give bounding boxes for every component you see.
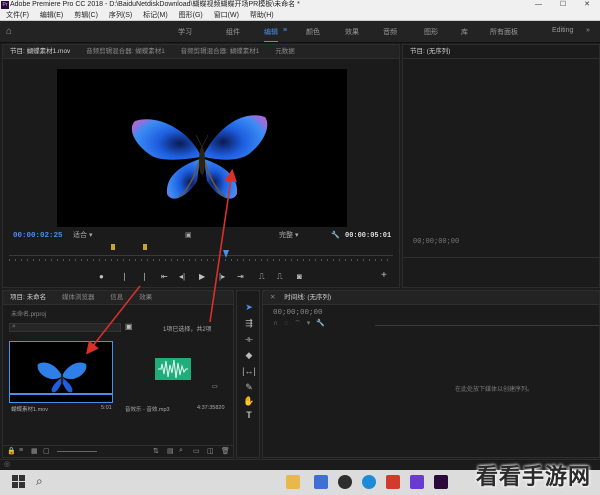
watermark-text: 看看手游网 bbox=[476, 465, 592, 490]
annotation-arrows bbox=[86, 168, 237, 355]
watermark: 看看手游网 bbox=[458, 455, 600, 495]
